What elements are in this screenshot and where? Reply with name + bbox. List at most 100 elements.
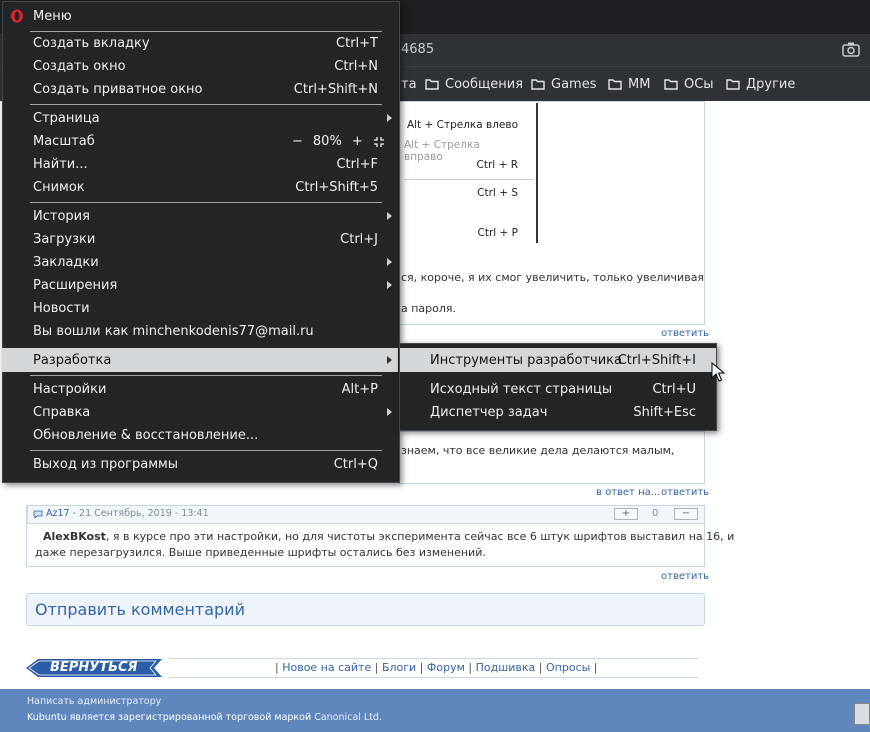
footer-link-forum[interactable]: Форум (427, 661, 465, 674)
menu-item-label: Справка (33, 405, 91, 420)
menu-item-extensions[interactable]: Расширения (2, 274, 398, 297)
vote-count: 0 (652, 508, 659, 519)
footer-link-polls[interactable]: Опросы (546, 661, 590, 674)
vote-down-button[interactable]: − (674, 508, 698, 520)
menu-separator (30, 375, 382, 376)
comment-text: даже перезагрузился. Выше приведенные шр… (35, 546, 486, 559)
comment-date: - 21 Сентябрь, 2019 - 13:41 (72, 508, 209, 519)
menu-item-find[interactable]: Найти... Ctrl+F (2, 153, 398, 176)
menu-item-downloads[interactable]: Загрузки Ctrl+J (2, 228, 398, 251)
fullscreen-icon[interactable] (373, 136, 385, 148)
zoom-control: − 80% + (292, 134, 385, 149)
footer-link-new[interactable]: Новое на сайте (282, 661, 371, 674)
menu-item-shortcut: Ctrl+Q (333, 457, 378, 472)
menu-item-label: Снимок (33, 180, 85, 195)
menu-item-label: Настройки (33, 382, 107, 397)
folder-icon (664, 79, 678, 90)
contact-admin-link[interactable]: Написать администратору (27, 696, 161, 707)
bookmark-games[interactable]: Games (531, 75, 596, 93)
comment-text: знаем, что все великие дела делаются мал… (401, 444, 675, 457)
comment-author[interactable]: Az17 (46, 508, 70, 519)
send-comment-title[interactable]: Отправить комментарий (35, 600, 245, 619)
menu-item-shortcut: Ctrl+U (652, 382, 696, 397)
bookmark-mm[interactable]: MM (608, 75, 650, 93)
submenu-item-task-manager[interactable]: Диспетчер задач Shift+Esc (400, 401, 716, 424)
bookmark-messages[interactable]: Сообщения (425, 75, 523, 93)
menu-item-shortcut: Ctrl+N (334, 59, 378, 74)
reply-link[interactable]: ответить (661, 487, 709, 498)
zoom-out-button[interactable]: − (292, 134, 303, 149)
menu-item-update[interactable]: Обновление & восстановление... (2, 424, 398, 447)
footer-divider (170, 658, 698, 659)
screenshot-divider (404, 179, 534, 180)
footer-trademark: Kubuntu является зарегистрированной торг… (27, 712, 382, 723)
footer-link-archive[interactable]: Подшивка (476, 661, 536, 674)
bookmark-folder[interactable]: та (401, 75, 417, 93)
comment-line: , я в курсе про эти настройки, но для чи… (105, 530, 735, 543)
scroll-corner-icon[interactable] (854, 703, 870, 725)
footer-nav: | Новое на сайте | Блоги | Форум | Подши… (275, 661, 598, 674)
footer-link-blogs[interactable]: Блоги (382, 661, 416, 674)
menu-item-label: Создать окно (33, 59, 126, 74)
menu-item-exit[interactable]: Выход из программы Ctrl+Q (2, 453, 398, 476)
menu-item-snapshot[interactable]: Снимок Ctrl+Shift+5 (2, 176, 398, 199)
comment-addressee: AlexBKost (43, 530, 106, 543)
folder-icon (425, 79, 439, 90)
menu-item-label: Создать вкладку (33, 36, 150, 51)
menu-item-label: Закладки (33, 255, 99, 270)
menu-item-new-window[interactable]: Создать окно Ctrl+N (2, 55, 398, 78)
menu-item-shortcut: Ctrl+F (336, 157, 378, 172)
menu-item-label: История (33, 209, 90, 224)
vote-up-button[interactable]: + (614, 508, 638, 520)
folder-icon (608, 79, 622, 90)
menu-item-shortcut: Ctrl+Shift+N (293, 82, 378, 97)
comment-text: AlexBKost, я в курсе про эти настройки, … (43, 530, 734, 543)
bookmark-label: MM (628, 76, 651, 92)
menu-item-news[interactable]: Новости (2, 297, 398, 320)
screenshot-text: Ctrl + S (477, 187, 518, 199)
zoom-in-button[interactable]: + (352, 134, 363, 149)
canonical-link[interactable]: Canonical Ltd. (314, 712, 382, 723)
bookmark-label: Games (551, 76, 597, 92)
comment-box (398, 431, 705, 484)
menu-item-settings[interactable]: Настройки Alt+P (2, 378, 398, 401)
menu-item-shortcut: Ctrl+Shift+I (617, 353, 696, 368)
submenu-arrow-icon (387, 258, 392, 266)
menu-item-new-tab[interactable]: Создать вкладку Ctrl+T (2, 32, 398, 55)
menu-item-label: Диспетчер задач (430, 405, 548, 420)
menu-item-developer[interactable]: Разработка (2, 348, 398, 372)
menu-item-bookmarks[interactable]: Закладки (2, 251, 398, 274)
submenu-arrow-icon (387, 281, 392, 289)
menu-item-label: Страница (33, 111, 100, 126)
menu-item-help[interactable]: Справка (2, 401, 398, 424)
bookmark-label: ОСы (684, 76, 714, 92)
screenshot-text: Ctrl + R (476, 159, 518, 171)
bookmark-other[interactable]: Другие (726, 75, 795, 93)
bookmark-label: Сообщения (445, 76, 524, 92)
menu-item-shortcut: Ctrl+Shift+5 (295, 180, 378, 195)
menu-item-shortcut: Shift+Esc (633, 405, 696, 420)
menu-item-label: Вы вошли как minchenkodenis77@mail.ru (33, 324, 314, 339)
comment-text: а пароля. (401, 302, 457, 315)
folder-icon (531, 79, 545, 90)
menu-item-new-private-window[interactable]: Создать приватное окно Ctrl+Shift+N (2, 78, 398, 101)
menu-item-history[interactable]: История (2, 205, 398, 228)
menu-item-label: Обновление & восстановление... (33, 428, 259, 443)
address-text[interactable]: 4685 (401, 42, 434, 57)
submenu-item-page-source[interactable]: Исходный текст страницы Ctrl+U (400, 378, 716, 401)
comment-icon (33, 510, 43, 519)
submenu-item-dev-tools[interactable]: Инструменты разработчика Ctrl+Shift+I (400, 348, 716, 372)
menu-title-label: Меню (33, 9, 72, 24)
back-button-label[interactable]: ВЕРНУТЬСЯ (50, 660, 138, 675)
menu-separator (30, 450, 382, 451)
menu-item-shortcut: Ctrl+T (336, 36, 378, 51)
menu-item-label: Масштаб (33, 134, 95, 149)
menu-item-account[interactable]: Вы вошли как minchenkodenis77@mail.ru (2, 320, 398, 343)
in-reply-link[interactable]: в ответ на... (596, 487, 660, 498)
menu-item-page[interactable]: Страница (2, 107, 398, 130)
bookmark-os[interactable]: ОСы (664, 75, 714, 93)
reply-link[interactable]: ответить (661, 328, 709, 339)
camera-icon[interactable] (842, 41, 860, 57)
reply-link[interactable]: ответить (661, 571, 709, 582)
menu-title: Меню (2, 5, 398, 28)
